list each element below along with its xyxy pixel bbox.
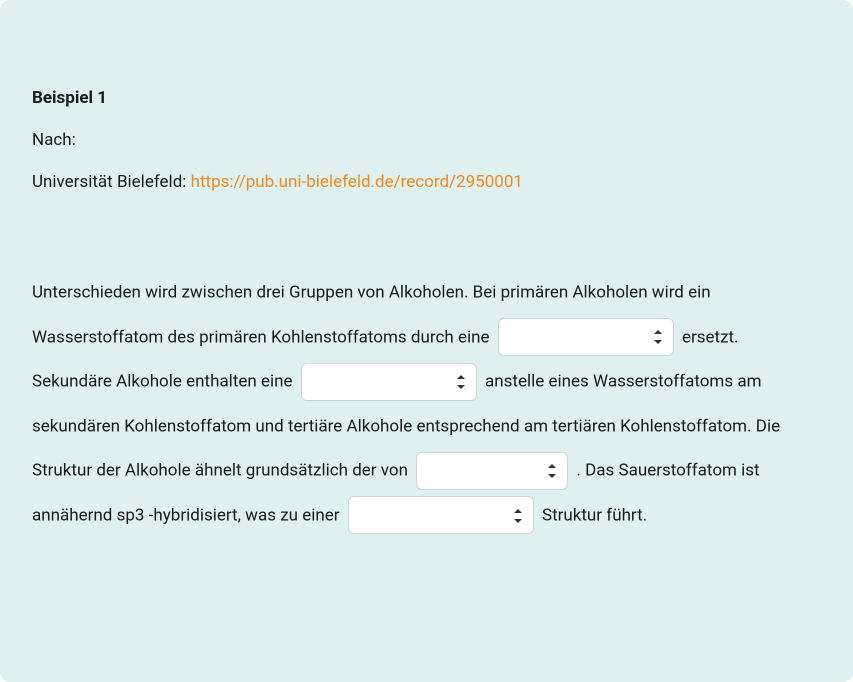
- exercise-body: Unterschieden wird zwischen drei Gruppen…: [32, 270, 821, 538]
- source-label: Nach:: [32, 130, 821, 150]
- citation-link[interactable]: https://pub.uni-bielefeld.de/record/2950…: [191, 172, 523, 192]
- body-segment-5: Struktur führt.: [542, 505, 647, 525]
- example-heading: Beispiel 1: [32, 88, 821, 108]
- dropdown-3-wrap: [416, 449, 568, 493]
- citation-line: Universität Bielefeld: https://pub.uni-b…: [32, 172, 821, 192]
- exercise-card: Beispiel 1 Nach: Universität Bielefeld: …: [0, 0, 853, 682]
- citation-prefix: Universität Bielefeld:: [32, 172, 191, 192]
- dropdown-2-wrap: [301, 360, 477, 404]
- dropdown-2[interactable]: [301, 363, 477, 401]
- dropdown-3[interactable]: [416, 452, 568, 490]
- dropdown-1-wrap: [498, 315, 674, 359]
- dropdown-1[interactable]: [498, 318, 674, 356]
- dropdown-4-wrap: [348, 493, 534, 537]
- dropdown-4[interactable]: [348, 496, 534, 534]
